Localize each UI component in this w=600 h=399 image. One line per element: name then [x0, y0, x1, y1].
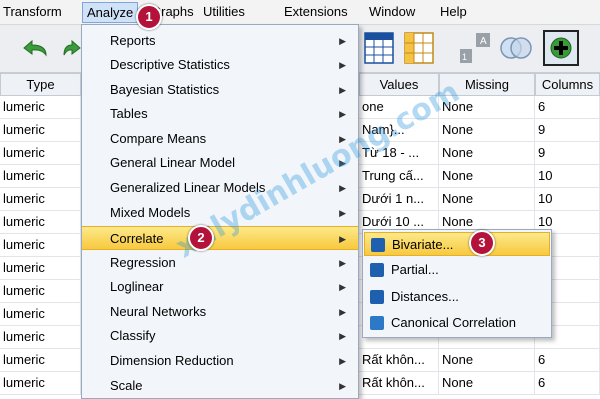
venn-icon[interactable]	[498, 32, 534, 64]
submenu-item-partial[interactable]: Partial...	[364, 258, 550, 282]
columns-cell[interactable]: 6	[535, 349, 600, 372]
submenu-arrow-icon: ▶	[339, 381, 346, 391]
values-cell[interactable]: Rất khôn...	[359, 349, 439, 372]
submenu-item-distances[interactable]: Distances...	[364, 285, 550, 309]
menu-item-reports[interactable]: Reports ▶	[82, 29, 358, 53]
type-cell[interactable]: lumeric	[0, 96, 81, 119]
type-cell[interactable]: lumeric	[0, 349, 81, 372]
menu-analyze[interactable]: Analyze	[82, 2, 139, 23]
svg-text:1: 1	[462, 52, 467, 62]
menu-item-regression[interactable]: Regression ▶	[82, 251, 358, 275]
add-icon[interactable]	[543, 30, 579, 66]
columns-cell[interactable]: 6	[535, 372, 600, 395]
columns-cell[interactable]: 10	[535, 188, 600, 211]
missing-cell[interactable]: None	[439, 188, 535, 211]
menu-help[interactable]: Help	[440, 4, 467, 19]
menu-extensions[interactable]: Extensions	[284, 4, 348, 19]
partial-icon	[370, 263, 384, 277]
menu-item-classify[interactable]: Classify ▶	[82, 324, 358, 348]
submenu-item-bivariate[interactable]: Bivariate...	[364, 232, 550, 256]
submenu-arrow-icon: ▶	[339, 85, 346, 95]
submenu-item-canonical-correlation[interactable]: Canonical Correlation	[364, 311, 550, 335]
grid-icon[interactable]	[364, 32, 394, 64]
type-cell[interactable]: lumeric	[0, 257, 81, 280]
submenu-arrow-icon: ▶	[339, 331, 346, 341]
submenu-arrow-icon: ▶	[339, 258, 346, 268]
menu-item-scale[interactable]: Scale ▶	[82, 374, 358, 398]
columns-cell[interactable]: 10	[535, 165, 600, 188]
menu-item-compare-means[interactable]: Compare Means ▶	[82, 127, 358, 151]
redo-icon[interactable]	[62, 38, 82, 58]
step-badge-1: 1	[136, 4, 162, 30]
step-badge-3: 3	[469, 230, 495, 256]
menu-item-descriptive-statistics[interactable]: Descriptive Statistics ▶	[82, 53, 358, 77]
svg-text:A: A	[480, 36, 487, 47]
column-header-type[interactable]: Type	[0, 73, 81, 96]
correlate-submenu: Bivariate... Partial... Distances... Can…	[362, 229, 552, 338]
columns-cell[interactable]: 9	[535, 119, 600, 142]
undo-icon[interactable]	[20, 38, 50, 58]
values-cell[interactable]: Rất khôn...	[359, 372, 439, 395]
distances-icon	[370, 290, 384, 304]
missing-cell[interactable]: None	[439, 349, 535, 372]
type-cell[interactable]: lumeric	[0, 142, 81, 165]
type-cell[interactable]: lumeric	[0, 280, 81, 303]
type-cell[interactable]: lumeric	[0, 303, 81, 326]
step-badge-2: 2	[188, 225, 214, 251]
type-cell[interactable]: lumeric	[0, 326, 81, 349]
bivariate-icon	[371, 238, 385, 252]
submenu-arrow-icon: ▶	[339, 36, 346, 46]
menu-bar: Transform Analyze Graphs Utilities Exten…	[0, 0, 600, 25]
menu-item-tables[interactable]: Tables ▶	[82, 102, 358, 126]
submenu-arrow-icon: ▶	[339, 356, 346, 366]
missing-cell[interactable]: None	[439, 119, 535, 142]
menu-item-loglinear[interactable]: Loglinear ▶	[82, 275, 358, 299]
type-cell[interactable]: lumeric	[0, 165, 81, 188]
submenu-arrow-icon: ▶	[339, 60, 346, 70]
insert-variable-icon[interactable]	[404, 32, 434, 64]
canonical-correlation-icon	[370, 316, 384, 330]
submenu-arrow-icon: ▶	[339, 183, 346, 193]
columns-cell[interactable]: 9	[535, 142, 600, 165]
type-cell[interactable]: lumeric	[0, 119, 81, 142]
submenu-arrow-icon: ▶	[339, 208, 346, 218]
menu-transform[interactable]: Transform	[3, 4, 62, 19]
menu-item-dimension-reduction[interactable]: Dimension Reduction ▶	[82, 349, 358, 373]
submenu-arrow-icon: ▶	[339, 234, 346, 244]
values-cell[interactable]: Trung cấ...	[359, 165, 439, 188]
missing-cell[interactable]: None	[439, 142, 535, 165]
type-cell[interactable]: lumeric	[0, 188, 81, 211]
column-header-columns[interactable]: Columns	[535, 73, 600, 96]
menu-item-neural-networks[interactable]: Neural Networks ▶	[82, 300, 358, 324]
missing-cell[interactable]: None	[439, 372, 535, 395]
type-cell[interactable]: lumeric	[0, 234, 81, 257]
submenu-arrow-icon: ▶	[339, 282, 346, 292]
menu-utilities[interactable]: Utilities	[203, 4, 245, 19]
value-labels-icon[interactable]: A 1	[458, 31, 492, 65]
submenu-arrow-icon: ▶	[339, 109, 346, 119]
type-cell[interactable]: lumeric	[0, 372, 81, 395]
columns-cell[interactable]: 6	[535, 96, 600, 119]
menu-window[interactable]: Window	[369, 4, 415, 19]
missing-cell[interactable]: None	[439, 165, 535, 188]
type-cell[interactable]: lumeric	[0, 211, 81, 234]
submenu-arrow-icon: ▶	[339, 307, 346, 317]
menu-item-bayesian-statistics[interactable]: Bayesian Statistics ▶	[82, 78, 358, 102]
values-cell[interactable]: Dưới 1 n...	[359, 188, 439, 211]
